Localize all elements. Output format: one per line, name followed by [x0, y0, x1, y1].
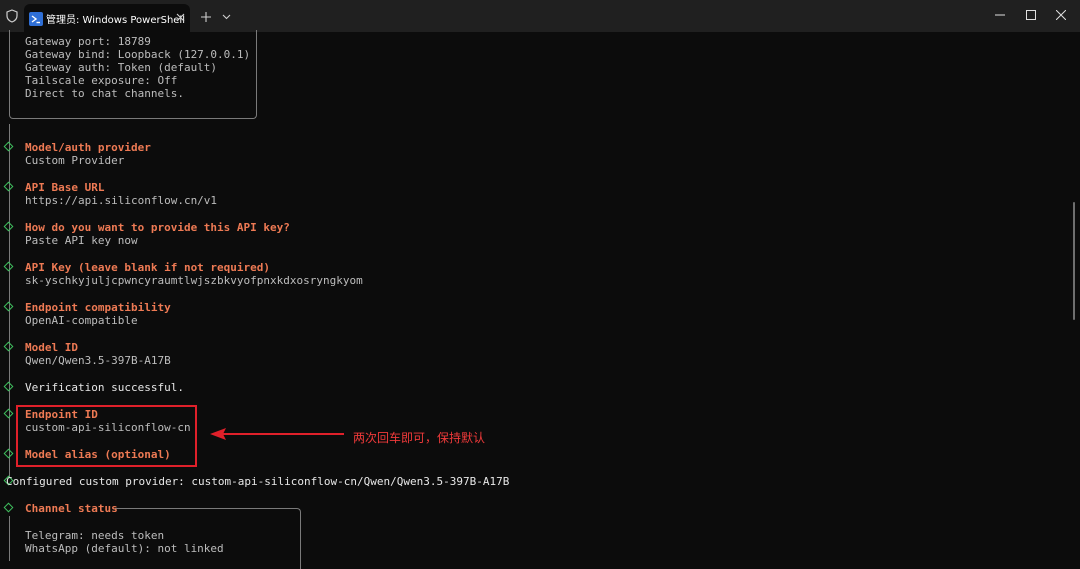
maximize-icon: [1026, 10, 1036, 20]
prompt-base-url: API Base URL: [25, 181, 105, 194]
tab-title: 管理员: Windows PowerShell: [46, 15, 185, 26]
tree-line: [9, 124, 10, 477]
answer-provider: Custom Provider: [25, 154, 125, 167]
prompt-key-method: How do you want to provide this API key?: [25, 221, 290, 234]
gateway-line: Gateway port: 18789: [25, 35, 151, 48]
minimize-button[interactable]: [983, 0, 1017, 30]
step-marker: [3, 221, 14, 232]
tab-close-icon[interactable]: [172, 9, 188, 25]
shield-icon[interactable]: [0, 0, 24, 32]
step-marker: [3, 141, 14, 152]
step-marker: [3, 448, 14, 459]
step-marker: [3, 261, 14, 272]
prompt-api-key: API Key (leave blank if not required): [25, 261, 271, 274]
step-marker: [3, 408, 14, 419]
channel-line: Telegram: needs token: [25, 529, 165, 542]
gateway-line: Gateway bind: Loopback (127.0.0.1): [25, 48, 251, 61]
channel-line: WhatsApp (default): not linked: [25, 542, 224, 555]
answer-model-id: Qwen/Qwen3.5-397B-A17B: [25, 354, 171, 367]
step-marker: [3, 181, 14, 192]
answer-base-url: https://api.siliconflow.cn/v1: [25, 194, 218, 207]
configured-message: Configured custom provider: custom-api-s…: [6, 475, 510, 488]
annotation-text: 两次回车即可，保持默认: [353, 431, 486, 445]
prompt-provider: Model/auth provider: [25, 141, 151, 154]
prompt-compat: Endpoint compatibility: [25, 301, 171, 314]
answer-compat: OpenAI-compatible: [25, 314, 138, 327]
close-window-button[interactable]: [1044, 0, 1078, 30]
gateway-line: Tailscale exposure: Off: [25, 74, 178, 87]
channel-status-title: Channel status: [25, 502, 118, 515]
highlight-box: [16, 405, 197, 467]
gateway-line: Direct to chat channels.: [25, 87, 184, 100]
tab-powershell[interactable]: 管理员: Windows PowerShell: [24, 4, 190, 32]
maximize-button[interactable]: [1014, 0, 1048, 30]
step-marker: [3, 301, 14, 312]
minimize-icon: [995, 14, 1005, 16]
prompt-model-id: Model ID: [25, 341, 78, 354]
gateway-line: Gateway auth: Token (default): [25, 61, 218, 74]
new-tab-button[interactable]: [197, 8, 215, 26]
step-marker: [3, 341, 14, 352]
powershell-icon: [29, 11, 43, 26]
title-bar: 管理员: Windows PowerShell: [0, 0, 1080, 32]
chevron-down-icon: [222, 14, 230, 20]
close-icon: [1056, 10, 1066, 20]
step-marker: [3, 381, 14, 392]
terminal-output[interactable]: Gateway port: 18789 Gateway bind: Loopba…: [0, 30, 1080, 569]
answer-api-key: sk-yschkyjuljcpwncyraumtlwjszbkvyofpnxkd…: [25, 274, 363, 287]
arrow-icon: [210, 428, 344, 440]
tab-dropdown-button[interactable]: [218, 8, 234, 26]
tree-line: [9, 516, 10, 561]
verification-status: Verification successful.: [25, 381, 184, 394]
answer-key-method: Paste API key now: [25, 234, 138, 247]
scrollbar[interactable]: [1073, 202, 1075, 320]
step-marker: [3, 502, 14, 513]
plus-icon: [201, 12, 211, 22]
